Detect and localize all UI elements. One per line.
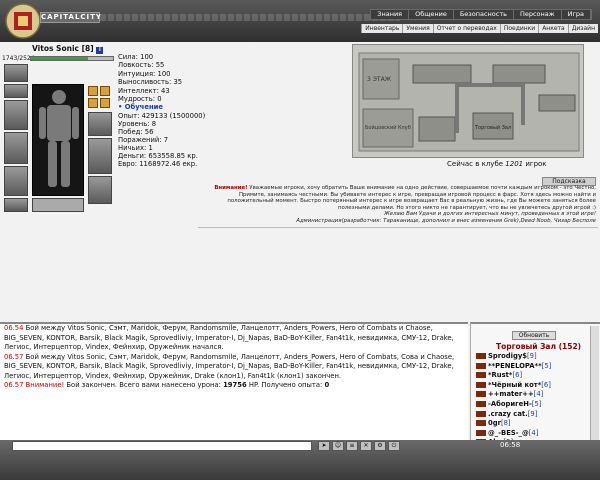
room-user[interactable]: @_-BES-_@[4]	[476, 429, 551, 439]
bag-slot-icon[interactable]	[32, 198, 84, 212]
nav-character[interactable]: Персонаж	[514, 10, 562, 19]
subnav-transfers[interactable]: Отчет о переводах	[432, 24, 500, 33]
nav-security[interactable]: Безопасность	[454, 10, 514, 19]
user-badge-icon	[476, 362, 486, 369]
user-badge-icon	[476, 353, 486, 359]
room-user[interactable]: **PENELOPA**[5]	[476, 362, 551, 372]
stat-wins: Побед: 56	[118, 128, 154, 136]
header-decoration	[100, 14, 400, 21]
user-badge-icon	[476, 381, 486, 388]
subnav-skills[interactable]: Умения	[402, 24, 432, 33]
user-badge-icon	[476, 429, 486, 436]
chat-input[interactable]	[12, 441, 312, 451]
game-window: CAPITALCITY Знания Общение Безопасность …	[0, 0, 600, 480]
body-icon	[39, 90, 79, 187]
hint-text: Внимание! Уважаемые игроки, хочу обратит…	[214, 185, 596, 224]
amulet-slot-icon[interactable]	[4, 84, 28, 98]
character-subnav: Инвентарь Умения Отчет о переводах Поеди…	[361, 24, 598, 33]
user-badge-icon	[476, 391, 486, 398]
club-map: 3 ЭТАЖ Бойцовский Клуб Торговый Зал	[352, 44, 584, 158]
top-navigation: Знания Общение Безопасность Персонаж Игр…	[370, 9, 592, 20]
ring-slot-3-icon[interactable]	[88, 98, 98, 108]
chat-log: 06.54 Бой между Vitos Sonic, Сэмт, Marid…	[4, 324, 466, 391]
settings-icon[interactable]: ⚙	[374, 441, 386, 451]
chat-message: 06.57 Бой между Vitos Sonic, Сэмт, Marid…	[4, 352, 455, 380]
map-fight-club[interactable]: Бойцовский Клуб	[365, 124, 411, 131]
stat-experience: Опыт: 429133 (1500000)	[118, 112, 206, 120]
stat-money: Деньги: 653558.85 кр.	[118, 152, 198, 160]
smile-icon[interactable]: ☺	[332, 441, 344, 451]
room-user[interactable]: 0gr[8]	[476, 419, 551, 429]
map-drawing: 3 ЭТАЖ Бойцовский Клуб Торговый Зал	[358, 52, 580, 152]
subnav-profile[interactable]: Анкета	[538, 24, 568, 33]
chat-message: 06.57 Внимание! Бой закончен. Всего вами…	[4, 381, 330, 389]
ring-slot-1-icon[interactable]	[88, 86, 98, 96]
user-badge-icon	[476, 400, 486, 407]
character-stats: Сила: 100 Ловкость: 55 Интуиция: 100 Вын…	[118, 53, 182, 112]
nav-knowledge[interactable]: Знания	[371, 10, 410, 19]
refresh-button[interactable]: Обновить	[512, 331, 556, 340]
character-silhouette	[32, 84, 84, 196]
hp-bar-fill	[31, 57, 88, 60]
stat-euro: Евро: 1168972.46 екр.	[118, 160, 198, 168]
divider	[198, 227, 598, 228]
subnav-inventory[interactable]: Инвентарь	[361, 24, 402, 33]
stat-strength: Сила: 100	[118, 53, 154, 61]
room-user[interactable]: -АборигеН-[5]	[476, 400, 551, 410]
helmet-slot-icon[interactable]	[4, 64, 28, 82]
toolbar-icons: ➤ ☺ ≡ ✕ ⚙ ⏻	[318, 441, 402, 451]
room-user[interactable]: ++mater++[4]	[476, 390, 551, 400]
nav-communication[interactable]: Общение	[409, 10, 454, 19]
paperdoll	[2, 62, 114, 216]
belt-slot-icon[interactable]	[4, 198, 28, 212]
weapon2-slot-icon[interactable]	[4, 132, 28, 164]
room-user[interactable]: Sprodigy$[9]	[476, 352, 551, 362]
stat-intellect: Интеллект: 43	[118, 86, 170, 95]
learn-link[interactable]: • Обучение	[118, 103, 182, 111]
room-user[interactable]: *Rust*[6]	[476, 371, 551, 381]
brand-title: CAPITALCITY	[40, 12, 102, 23]
info-icon[interactable]: i	[96, 47, 104, 54]
map-trade-hall[interactable]: Торговый Зал	[474, 124, 511, 131]
map-floor-3[interactable]: 3 ЭТАЖ	[367, 76, 392, 83]
ring-slot-4-icon[interactable]	[100, 98, 110, 108]
stat-losses: Поражений: 7	[118, 136, 169, 144]
user-badge-icon	[476, 420, 486, 427]
armor-slot-icon[interactable]	[4, 166, 28, 196]
exit-icon[interactable]: ⏻	[388, 441, 400, 451]
stat-draws: Ничьих: 1	[118, 144, 153, 152]
stat-wisdom: Мудрость: 0	[118, 95, 162, 104]
pants-slot-icon[interactable]	[88, 138, 112, 174]
ring-slot-2-icon[interactable]	[100, 86, 110, 96]
subnav-fights[interactable]: Поединки	[499, 24, 538, 33]
club-online-count: Сейчас в клубе 1201 игрок	[447, 160, 547, 168]
character-progress: Опыт: 429133 (1500000) Уровень: 8 Побед:…	[118, 112, 205, 168]
clock: 06:58	[500, 441, 521, 449]
room-user[interactable]: .crazy cat.[9]	[476, 410, 551, 420]
chat-message: 06.54 Бой между Vitos Sonic, Сэмт, Marid…	[4, 324, 454, 351]
club-logo-icon[interactable]	[4, 2, 42, 40]
header-bar: CAPITALCITY Знания Общение Безопасность …	[0, 0, 600, 42]
user-badge-icon	[476, 372, 486, 379]
stat-endurance: Выносливость: 35	[118, 78, 183, 87]
send-icon[interactable]: ➤	[318, 441, 330, 451]
room-user[interactable]: *Чёрный кот*[6]	[476, 381, 551, 391]
stat-agility: Ловкость: 55	[118, 61, 165, 70]
stat-intuition: Интуиция: 100	[118, 69, 171, 78]
character-name[interactable]: Vitos Sonic [8] i	[32, 44, 104, 54]
stat-level: Уровень: 8	[118, 120, 157, 128]
clear-icon[interactable]: ✕	[360, 441, 372, 451]
subnav-design[interactable]: Дизайн	[567, 24, 598, 33]
weapon-slot-icon[interactable]	[4, 100, 28, 130]
nav-game[interactable]: Игра	[562, 10, 591, 19]
room-title: Торговый Зал (152)	[496, 342, 582, 351]
gloves-slot-icon[interactable]	[88, 112, 112, 136]
boots-slot-icon[interactable]	[88, 176, 112, 204]
hp-bar	[30, 56, 114, 61]
filter-icon[interactable]: ≡	[346, 441, 358, 451]
user-badge-icon	[476, 410, 486, 417]
